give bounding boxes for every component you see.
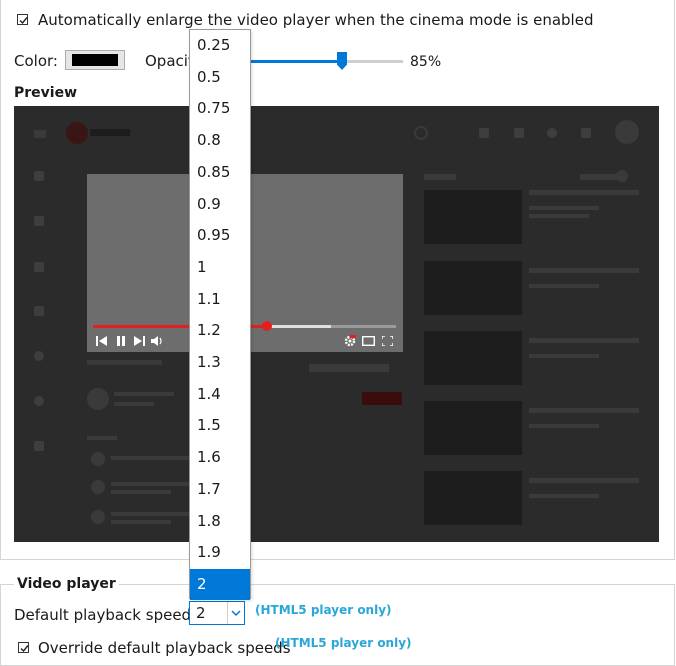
- rec-title-5: [529, 478, 639, 483]
- rec-thumb-4: [424, 401, 522, 455]
- chat-icon: [547, 128, 557, 138]
- theater-mode-icon: [362, 336, 375, 346]
- playback-speed-dropdown-list[interactable]: 0.25 0.5 0.75 0.8 0.85 0.9 0.95 1 1.1 1.2 1.3 1.4 1.…: [189, 29, 251, 600]
- channel-subs: [114, 402, 154, 406]
- rec-meta-2: [529, 284, 599, 288]
- subscribe-button-mock: [362, 392, 402, 405]
- bell-icon: [581, 128, 591, 138]
- history-icon: [34, 351, 44, 361]
- logo-icon: [66, 122, 88, 144]
- speed-option[interactable]: 0.9: [190, 189, 250, 220]
- speed-option[interactable]: 1.1: [190, 284, 250, 315]
- playback-speed-label: Default playback speed:: [14, 606, 197, 624]
- speed-option[interactable]: 1.3: [190, 347, 250, 378]
- speed-option[interactable]: 1.8: [190, 506, 250, 537]
- rec-thumb-1: [424, 190, 522, 244]
- color-picker[interactable]: [65, 50, 125, 70]
- playlist-icon: [34, 441, 44, 451]
- video-title-line: [87, 360, 162, 365]
- subscriptions-icon: [34, 262, 44, 272]
- enlarge-player-checkbox[interactable]: [17, 14, 28, 25]
- home-icon: [34, 171, 44, 181]
- avatar: [615, 120, 639, 144]
- rec-meta-3: [529, 354, 599, 358]
- speed-option[interactable]: 1.9: [190, 537, 250, 568]
- video-progress-knob: [262, 321, 272, 331]
- settings-icon: [344, 335, 356, 347]
- playback-speed-hint: (HTML5 player only): [255, 603, 392, 617]
- rec-title-1: [529, 190, 639, 195]
- checkmark-icon: [20, 645, 29, 653]
- color-label: Color:: [14, 52, 58, 70]
- comment-avatar-2: [91, 480, 105, 494]
- color-swatch-fill: [72, 54, 118, 66]
- volume-icon: [151, 336, 162, 346]
- speed-option[interactable]: 0.8: [190, 125, 250, 156]
- menu-icon: [34, 130, 46, 138]
- previous-icon: [96, 336, 107, 346]
- rec-thumb-5: [424, 471, 522, 525]
- rec-toggle: [616, 170, 628, 182]
- speed-option[interactable]: 1.6: [190, 442, 250, 473]
- override-speeds-hint: (HTML5 player only): [275, 636, 412, 650]
- checkmark-icon: [19, 17, 28, 25]
- comment-text-1: [111, 456, 191, 460]
- preview-heading: Preview: [14, 85, 78, 101]
- like-bar: [309, 364, 389, 372]
- logo-text: [90, 129, 130, 136]
- speed-option[interactable]: 0.25: [190, 30, 250, 61]
- opacity-value: 85%: [410, 54, 442, 70]
- speed-option[interactable]: 0.75: [190, 93, 250, 124]
- rec-title-4: [529, 408, 639, 413]
- comment-text-2b: [111, 490, 171, 494]
- rec-title-3: [529, 338, 639, 343]
- speed-option[interactable]: 0.95: [190, 220, 250, 251]
- rec-thumb-3: [424, 331, 522, 385]
- speed-option[interactable]: 1.4: [190, 379, 250, 410]
- speed-option[interactable]: 0.5: [190, 62, 250, 93]
- chevron-down-icon[interactable]: [227, 602, 244, 624]
- pause-icon: [117, 336, 125, 346]
- speed-option[interactable]: 0.85: [190, 157, 250, 188]
- comment-text-3: [111, 512, 191, 516]
- comment-avatar-1: [91, 452, 105, 466]
- rec-meta-4: [529, 424, 599, 428]
- comment-avatar-3: [91, 510, 105, 524]
- next-icon: [134, 336, 145, 346]
- override-speeds-label: Override default playback speeds: [38, 639, 291, 657]
- comment-text-2: [111, 482, 191, 486]
- playback-speed-value: 2: [196, 604, 206, 622]
- channel-name: [114, 392, 174, 396]
- comment-text-3b: [111, 520, 171, 524]
- rec-thumb-2: [424, 261, 522, 315]
- speed-option[interactable]: 1: [190, 252, 250, 283]
- create-icon: [479, 128, 489, 138]
- comments-header: [87, 436, 117, 440]
- search-icon: [414, 126, 428, 140]
- opacity-slider-fill: [250, 60, 342, 63]
- explore-icon: [34, 216, 44, 226]
- rec-meta-5: [529, 494, 599, 498]
- video-player-legend: Video player: [14, 576, 119, 592]
- override-speeds-checkbox[interactable]: [18, 642, 29, 653]
- clock-icon: [34, 396, 44, 406]
- speed-option[interactable]: 1.5: [190, 410, 250, 441]
- rec-meta-1b: [529, 214, 589, 218]
- playback-speed-select[interactable]: 2: [189, 601, 245, 625]
- enlarge-player-label: Automatically enlarge the video player w…: [38, 11, 594, 29]
- rec-meta-1: [529, 206, 599, 210]
- fullscreen-icon: [382, 336, 393, 346]
- apps-icon: [514, 128, 524, 138]
- speed-option[interactable]: 2: [190, 569, 250, 600]
- library-icon: [34, 306, 44, 316]
- channel-avatar: [87, 388, 109, 410]
- speed-option[interactable]: 1.2: [190, 315, 250, 346]
- rec-header: [424, 174, 456, 180]
- speed-option[interactable]: 1.7: [190, 474, 250, 505]
- rec-title-2: [529, 268, 639, 273]
